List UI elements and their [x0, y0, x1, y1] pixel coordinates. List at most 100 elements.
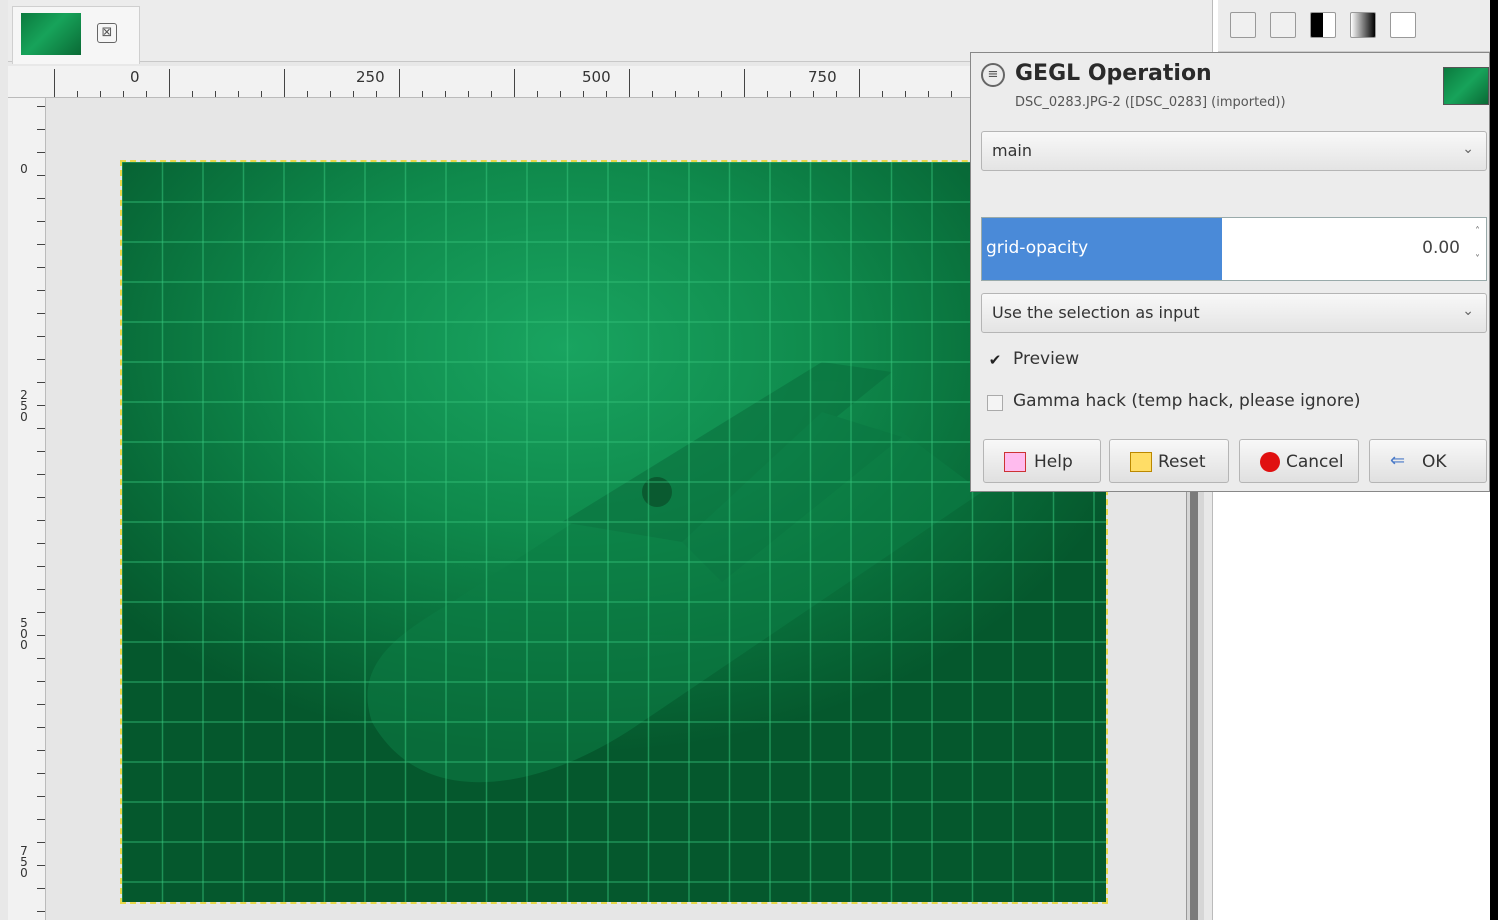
operation-select[interactable]: main ⌄	[981, 131, 1487, 171]
ruler-tick	[37, 336, 45, 337]
horizontal-ruler[interactable]: 0 250 500 750	[8, 66, 970, 98]
ruler-tick	[37, 911, 45, 912]
ruler-tick	[284, 69, 285, 97]
ruler-tick	[928, 91, 929, 97]
gradient-icon[interactable]	[1310, 12, 1336, 38]
ok-button[interactable]: ⇐ OK	[1369, 439, 1487, 483]
ruler-tick	[468, 91, 469, 97]
mask-icon[interactable]	[1390, 12, 1416, 38]
layers-icon[interactable]	[1230, 12, 1256, 38]
ruler-tick	[37, 382, 45, 383]
gamma-hack-label: Gamma hack (temp hack, please ignore)	[1013, 391, 1361, 411]
close-tab-icon[interactable]: ⊠	[97, 23, 117, 43]
gegl-operation-dialog: ≡ GEGL Operation DSC_0283.JPG-2 ([DSC_02…	[970, 52, 1490, 492]
ruler-tick	[629, 69, 630, 97]
image-canvas[interactable]	[120, 160, 1108, 904]
image-tab[interactable]: ⊠	[12, 6, 140, 64]
ruler-tick	[353, 91, 354, 97]
ruler-tick	[146, 91, 147, 97]
ruler-tick	[307, 91, 308, 97]
ruler-tick	[37, 543, 45, 544]
ruler-tick	[445, 91, 446, 97]
preview-checkbox[interactable]: ✔	[987, 353, 1003, 369]
ruler-label: 0	[20, 162, 28, 176]
ruler-tick	[399, 69, 400, 97]
ruler-tick	[37, 451, 45, 452]
ruler-tick	[238, 91, 239, 97]
ruler-tick	[215, 91, 216, 97]
ruler-label: 0	[130, 68, 140, 86]
gamma-hack-checkbox[interactable]	[987, 395, 1003, 411]
ruler-tick	[37, 313, 45, 314]
ruler-label: 750	[808, 68, 837, 86]
spin-down-icon[interactable]: ˅	[1475, 254, 1480, 265]
help-button[interactable]: Help	[983, 439, 1101, 483]
ruler-tick	[836, 91, 837, 97]
input-source-select[interactable]: Use the selection as input ⌄	[981, 293, 1487, 333]
ruler-tick	[537, 91, 538, 97]
ruler-tick	[169, 69, 170, 97]
channels-icon[interactable]	[1270, 12, 1296, 38]
image-thumbnail[interactable]	[21, 13, 81, 55]
spin-up-icon[interactable]: ˄	[1475, 226, 1480, 237]
ruler-tick	[330, 91, 331, 97]
ruler-label: 250	[356, 68, 385, 86]
dialog-title: GEGL Operation	[1015, 61, 1212, 86]
ruler-label: 500	[582, 68, 611, 86]
palette-icon[interactable]	[1350, 12, 1376, 38]
ruler-tick	[652, 91, 653, 97]
grid-opacity-label: grid-opacity	[986, 238, 1089, 258]
scrollbar-thumb[interactable]	[1190, 480, 1198, 920]
ruler-tick	[37, 612, 45, 613]
ruler-tick	[37, 658, 45, 659]
ruler-tick	[905, 91, 906, 97]
ruler-tick	[37, 750, 45, 751]
dialog-subtitle: DSC_0283.JPG-2 ([DSC_0283] (imported))	[1015, 95, 1286, 110]
ruler-tick	[422, 91, 423, 97]
ruler-tick	[767, 91, 768, 97]
operation-select-value: main	[992, 141, 1032, 160]
object-shape	[367, 362, 982, 783]
ruler-tick	[37, 152, 45, 153]
ruler-tick	[698, 91, 699, 97]
ruler-tick	[514, 69, 515, 97]
ruler-tick	[376, 91, 377, 97]
grid-opacity-value[interactable]: 0.00	[1422, 238, 1460, 258]
cancel-button[interactable]: Cancel	[1239, 439, 1359, 483]
ruler-tick	[261, 91, 262, 97]
ruler-tick	[37, 842, 45, 843]
ruler-tick	[37, 221, 45, 222]
ruler-label: 250	[20, 388, 28, 424]
gegl-icon: ≡	[981, 63, 1005, 87]
ok-button-label: OK	[1422, 452, 1447, 472]
ruler-tick	[37, 244, 45, 245]
reset-button[interactable]: Reset	[1109, 439, 1229, 483]
chevron-down-icon: ⌄	[1462, 141, 1474, 157]
ruler-tick	[100, 91, 101, 97]
ruler-tick	[606, 91, 607, 97]
ruler-tick	[491, 91, 492, 97]
ruler-tick	[37, 290, 45, 291]
ruler-tick	[951, 91, 952, 97]
ruler-tick	[744, 69, 745, 97]
reset-icon	[1130, 452, 1152, 472]
ruler-tick	[192, 91, 193, 97]
ruler-tick	[790, 91, 791, 97]
vertical-ruler[interactable]: 0 250 500 750	[8, 98, 46, 920]
ruler-tick	[583, 91, 584, 97]
ruler-tick	[37, 888, 45, 889]
ruler-tick	[813, 91, 814, 97]
ruler-tick	[37, 359, 45, 360]
grid-opacity-spinscale[interactable]: grid-opacity 0.00 ˄ ˅	[981, 217, 1487, 281]
ruler-tick	[37, 474, 45, 475]
cancel-button-label: Cancel	[1286, 452, 1344, 472]
ruler-tick	[37, 727, 45, 728]
ruler-tick	[37, 589, 45, 590]
ruler-tick	[560, 91, 561, 97]
ruler-tick	[37, 635, 45, 636]
help-button-label: Help	[1034, 452, 1073, 472]
ruler-tick	[123, 91, 124, 97]
grid-overlay	[122, 162, 1106, 902]
cancel-icon	[1260, 452, 1280, 472]
ruler-tick	[37, 175, 45, 176]
